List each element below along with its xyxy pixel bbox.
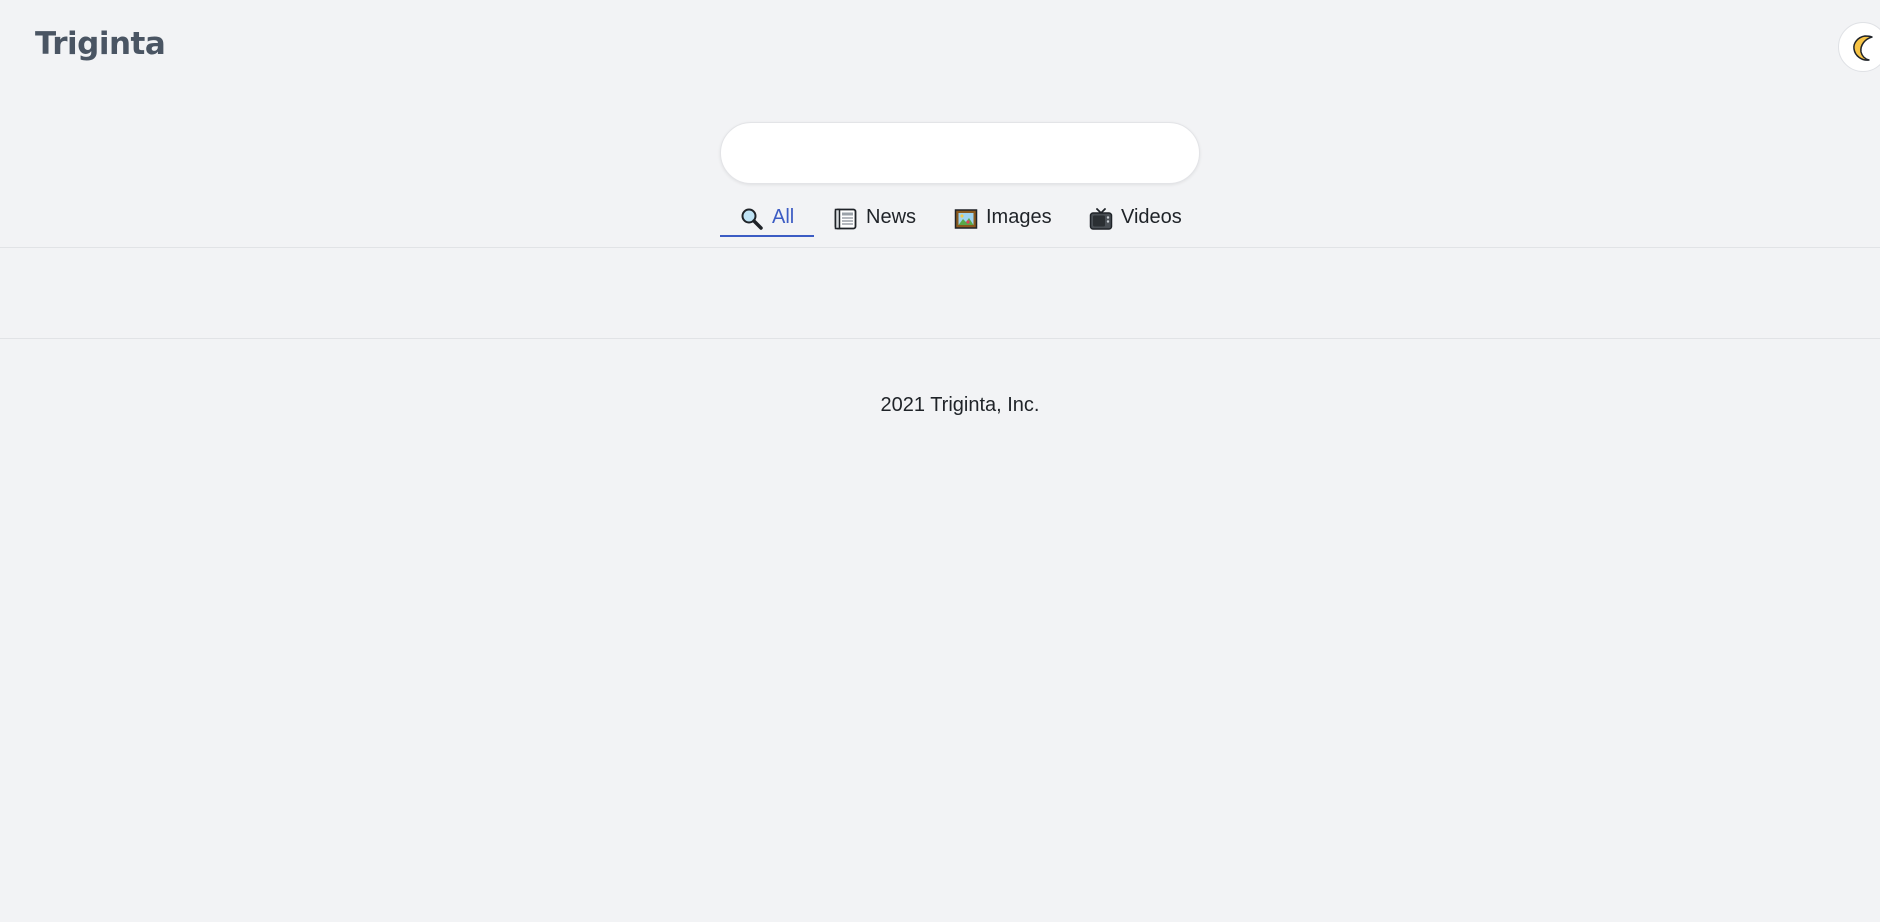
magnifying-glass-icon <box>741 208 763 230</box>
crescent-moon-icon <box>1853 35 1873 61</box>
newspaper-icon <box>834 208 857 230</box>
tab-images[interactable]: Images <box>954 206 1052 237</box>
tab-all[interactable]: All <box>720 206 814 237</box>
site-logo[interactable]: Triginta <box>35 26 166 62</box>
tab-news-label: News <box>866 206 917 228</box>
footer-copyright: 2021 Triginta, Inc. <box>880 394 1040 416</box>
search-box[interactable] <box>720 122 1200 184</box>
results-divider <box>0 338 1880 339</box>
tabs-divider <box>0 247 1880 248</box>
search-input[interactable] <box>721 123 1199 183</box>
tab-videos[interactable]: Videos <box>1089 206 1182 237</box>
theme-toggle-button[interactable] <box>1838 22 1880 72</box>
tab-all-label: All <box>772 206 795 228</box>
framed-picture-icon <box>954 209 978 229</box>
tab-images-label: Images <box>986 206 1052 228</box>
page: Triginta All News Images Videos 2021 Tri… <box>0 0 1880 922</box>
tab-videos-label: Videos <box>1121 206 1182 228</box>
tab-news[interactable]: News <box>834 206 916 237</box>
television-icon <box>1089 208 1113 230</box>
